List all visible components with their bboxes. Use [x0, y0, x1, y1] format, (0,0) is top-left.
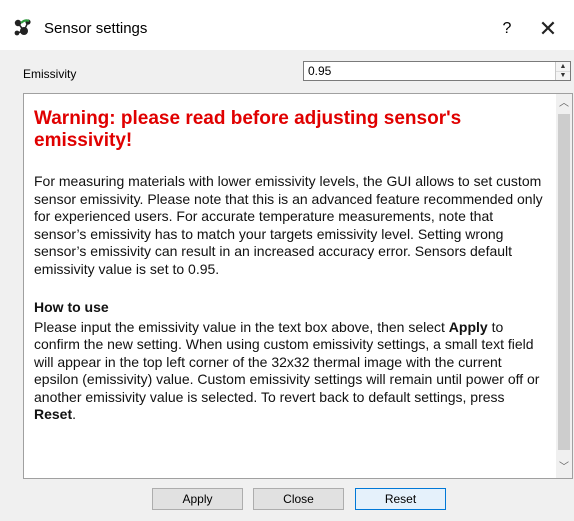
emissivity-input[interactable]	[306, 63, 540, 79]
apply-button[interactable]: Apply	[152, 488, 243, 510]
spin-buttons: ▲ ▼	[555, 62, 570, 80]
dialog-body: Emissivity ▲ ▼ Warning: please read befo…	[0, 50, 574, 521]
spin-down-icon[interactable]: ▼	[556, 71, 570, 80]
howto-apply-word: Apply	[448, 318, 488, 335]
help-button[interactable]: ?	[495, 17, 519, 41]
howto-paragraph: Please input the emissivity value in the…	[34, 319, 549, 424]
info-content: Warning: please read before adjusting se…	[34, 100, 549, 424]
howto-text-end: .	[72, 406, 77, 422]
window-title: Sensor settings	[44, 20, 148, 37]
emissivity-label: Emissivity	[23, 67, 77, 81]
scroll-thumb[interactable]	[558, 114, 570, 450]
howto-reset-word: Reset	[34, 406, 73, 422]
emissivity-spinbox[interactable]: ▲ ▼	[303, 61, 571, 81]
info-paragraph: For measuring materials with lower emiss…	[34, 173, 543, 277]
reset-button[interactable]: Reset	[355, 488, 446, 510]
warning-heading: Warning: please read before adjusting se…	[34, 108, 462, 151]
close-button[interactable]: Close	[253, 488, 344, 510]
info-text-box[interactable]: Warning: please read before adjusting se…	[23, 93, 573, 479]
close-window-icon[interactable]: ✕	[534, 15, 562, 43]
howto-heading: How to use	[34, 299, 109, 315]
vertical-scrollbar[interactable]: ︿ ﹀	[556, 94, 572, 478]
scroll-down-icon[interactable]: ﹀	[556, 460, 572, 476]
sensor-app-icon	[14, 19, 31, 36]
howto-text-1: Please input the emissivity value in the…	[34, 318, 449, 335]
scroll-up-icon[interactable]: ︿	[556, 96, 572, 112]
